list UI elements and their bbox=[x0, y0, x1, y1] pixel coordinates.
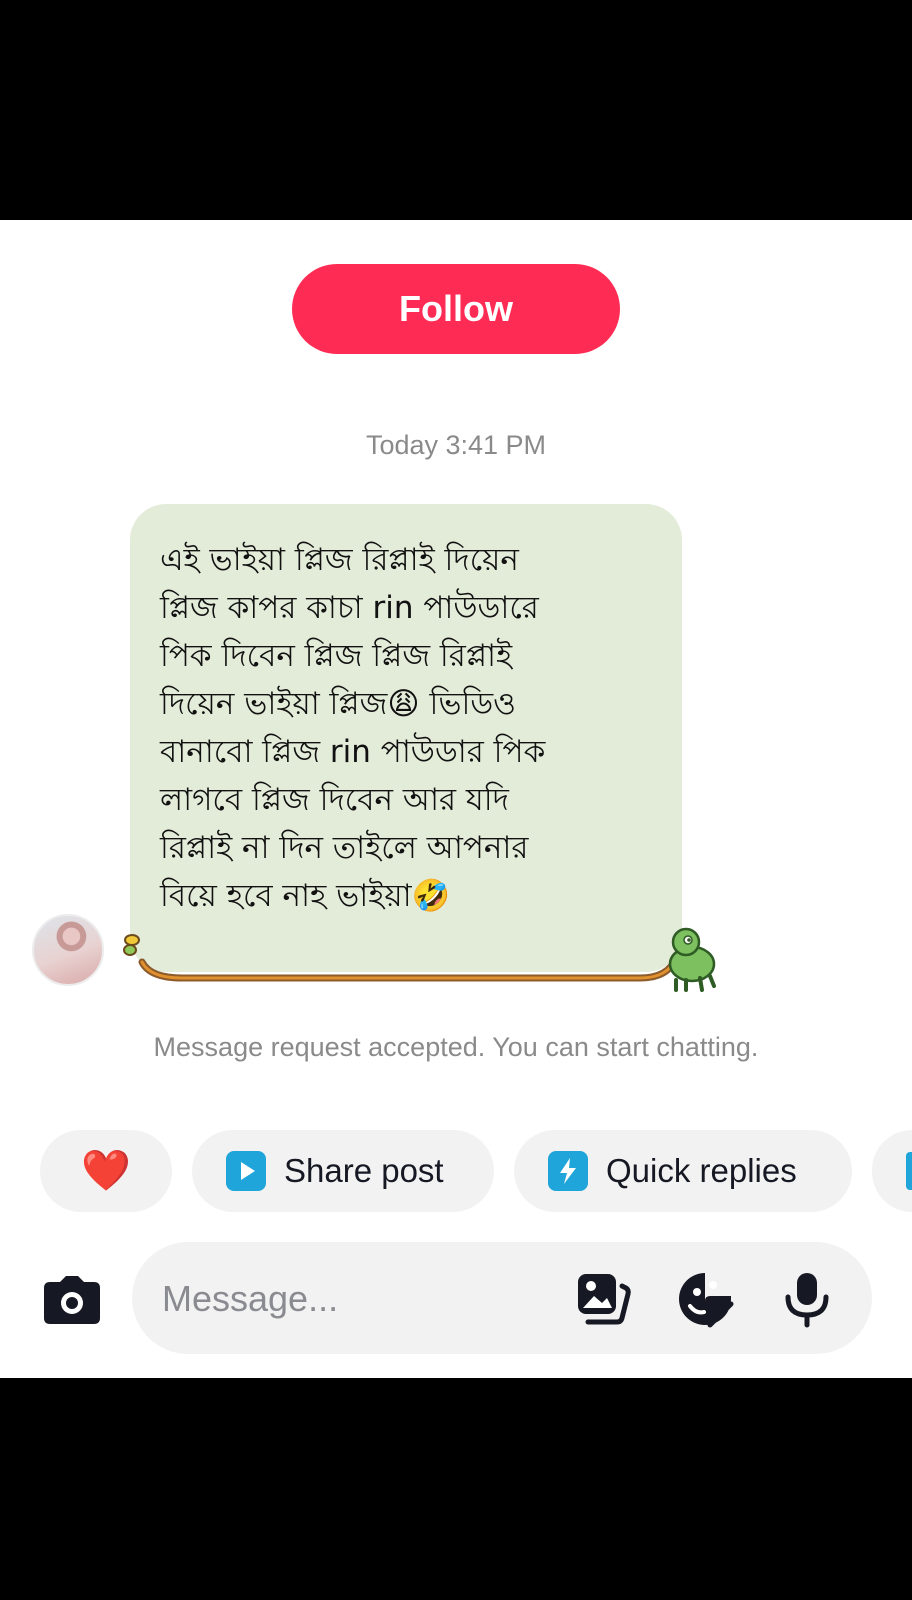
heart-icon: ❤️ bbox=[81, 1148, 131, 1194]
message-input[interactable] bbox=[160, 1242, 544, 1356]
camera-icon[interactable] bbox=[40, 1268, 104, 1332]
message-timestamp: Today 3:41 PM bbox=[365, 430, 547, 460]
play-icon bbox=[226, 1151, 266, 1191]
message-composer bbox=[132, 1242, 872, 1356]
follow-button[interactable]: Follow bbox=[292, 264, 620, 354]
bottom-black-bar bbox=[0, 1378, 912, 1600]
chat-screen: Follow Today 3:41 PM এই ভাইয়া প্লিজ রিপ… bbox=[0, 220, 912, 1378]
more-suggestion-chip[interactable] bbox=[872, 1130, 912, 1212]
message-request-status: Message request accepted. You can start … bbox=[153, 1032, 759, 1062]
bug-icon bbox=[123, 934, 140, 956]
lightning-icon bbox=[548, 1151, 588, 1191]
share-post-chip[interactable]: Share post bbox=[192, 1130, 494, 1212]
sender-avatar[interactable] bbox=[32, 914, 104, 986]
bubble-decoration bbox=[123, 927, 716, 992]
heart-reaction-chip[interactable]: ❤️ bbox=[40, 1130, 172, 1212]
top-black-bar bbox=[0, 0, 912, 220]
microphone-icon[interactable] bbox=[778, 1270, 836, 1328]
vine-line bbox=[138, 954, 680, 982]
gallery-icon[interactable] bbox=[574, 1270, 632, 1328]
quick-replies-label: Quick replies bbox=[606, 1152, 797, 1189]
chameleon-icon bbox=[668, 927, 716, 992]
message-text: এই ভাইয়া প্লিজ রিপ্লাই দিয়েন প্লিজ কাপ… bbox=[160, 542, 546, 914]
share-post-label: Share post bbox=[284, 1152, 444, 1189]
sticker-icon[interactable] bbox=[676, 1270, 734, 1328]
quick-replies-chip[interactable]: Quick replies bbox=[514, 1130, 852, 1212]
partial-icon bbox=[906, 1152, 912, 1190]
